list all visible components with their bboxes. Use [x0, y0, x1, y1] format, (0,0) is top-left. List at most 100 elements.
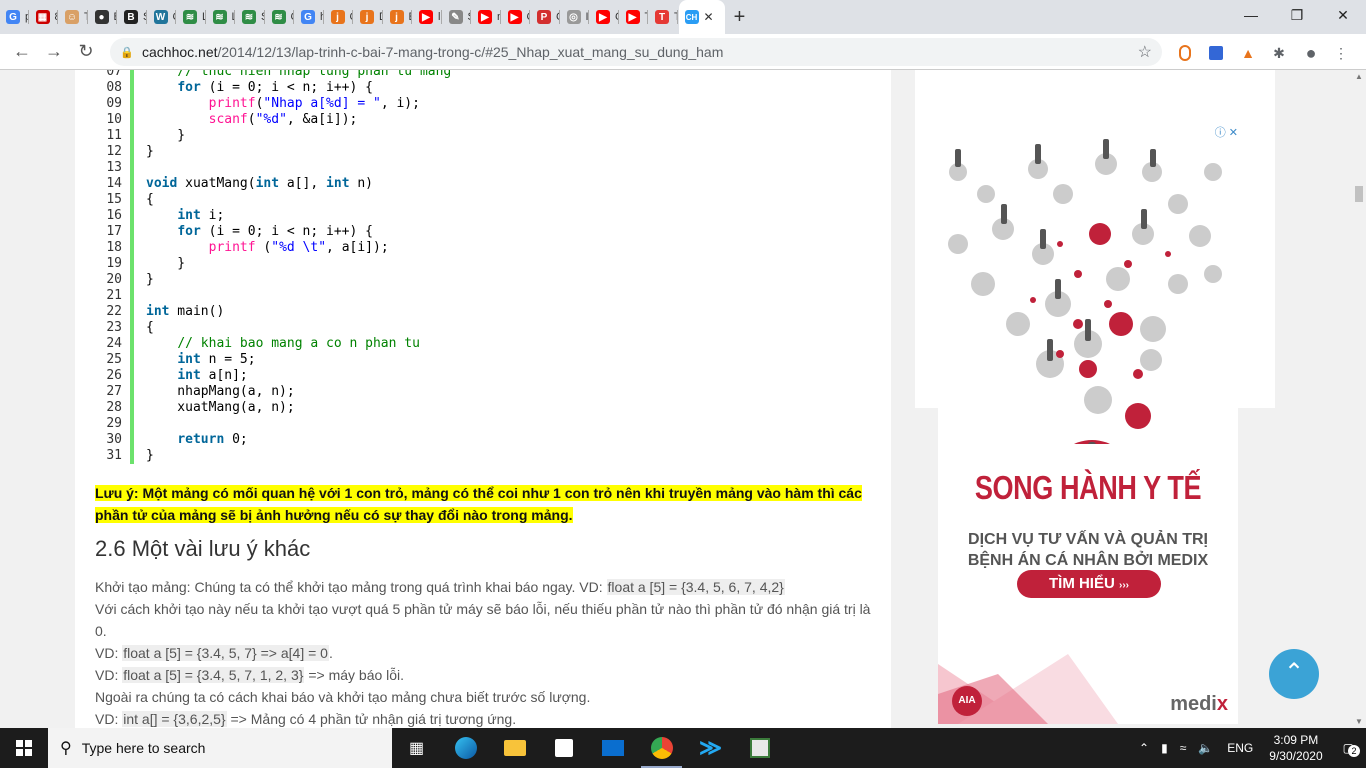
maximize-button[interactable]: ❐ — [1274, 0, 1320, 30]
code-line: 08 for (i = 0; i < n; i++) { — [100, 80, 866, 96]
tab-18[interactable]: PC — [531, 0, 561, 34]
tab-1[interactable]: ▦8. — [30, 0, 60, 34]
tab-5[interactable]: WC — [148, 0, 178, 34]
paragraph-4: VD: float a [5] = {3.4, 5, 7, 1, 2, 3} =… — [95, 664, 885, 686]
taskbar-search[interactable]: ⚲ Type here to search — [48, 728, 392, 768]
tab-20[interactable]: ▶C — [590, 0, 620, 34]
address-bar[interactable]: 🔒 cachhoc.net/2014/12/13/lap-trinh-c-bai… — [110, 38, 1162, 66]
line-number: 28 — [106, 400, 122, 415]
profile-icon[interactable]: ● — [1300, 42, 1322, 64]
code-line: 14 void xuatMang(int a[], int n) — [100, 176, 866, 192]
windows-start-button[interactable] — [0, 728, 48, 768]
gfg-icon: ≋ — [212, 10, 227, 24]
youtube-icon: ▶ — [419, 10, 433, 24]
gutter — [130, 336, 134, 352]
clock[interactable]: 3:09 PM 9/30/2020 — [1261, 732, 1330, 764]
page-scrollbar[interactable]: ▲ ▼ — [1352, 70, 1366, 728]
tab-active[interactable]: CH ✕ — [678, 0, 725, 34]
store-icon[interactable] — [539, 728, 588, 768]
reload-button[interactable]: ↻ — [70, 41, 102, 62]
lock-icon: 🔒 — [120, 46, 134, 59]
tab-22[interactable]: T Tr — [649, 0, 679, 34]
code-line: 10 scanf("%d", &a[i]); — [100, 112, 866, 128]
forward-button[interactable]: → — [38, 41, 70, 62]
ad-subtitle-2: BỆNH ÁN CÁ NHÂN BỞI MEDIX — [967, 552, 1209, 569]
close-window-button[interactable]: ✕ — [1320, 0, 1366, 30]
tab-6[interactable]: ≋Li — [177, 0, 207, 34]
tab-2[interactable]: ☺Tá — [59, 0, 89, 34]
spreadsheet-app-icon[interactable] — [735, 728, 784, 768]
gutter — [130, 80, 134, 96]
language-indicator[interactable]: ENG — [1219, 741, 1261, 755]
extension-icon[interactable] — [1174, 42, 1196, 64]
tab-14[interactable]: ▶ lị — [413, 0, 443, 34]
fire-extension-icon[interactable]: ▲ — [1237, 42, 1259, 64]
minimize-button[interactable]: — — [1228, 0, 1274, 30]
tab-10[interactable]: Gh — [295, 0, 325, 34]
bookmark-star-icon[interactable]: ☆ — [1138, 42, 1152, 62]
menu-kebab-icon[interactable]: ⋮ — [1330, 42, 1352, 64]
tab-17[interactable]: ▶C — [502, 0, 532, 34]
back-button[interactable]: ← — [6, 41, 38, 62]
gutter — [130, 304, 134, 320]
scroll-down-icon[interactable]: ▼ — [1355, 717, 1363, 726]
tray-expand-icon[interactable]: ⌃ — [1133, 741, 1155, 755]
tab-7[interactable]: ≋Li — [207, 0, 237, 34]
pdf-icon: P — [537, 10, 551, 24]
save-extension-icon[interactable] — [1205, 42, 1227, 64]
code-text: printf("Nhap a[%d] = ", i); — [208, 96, 420, 111]
tab-3[interactable]: ●B — [89, 0, 119, 34]
back-to-top-button[interactable]: ⌃ — [1269, 649, 1319, 699]
clock-date: 9/30/2020 — [1269, 749, 1323, 763]
p4-text: VD: — [95, 667, 123, 683]
tab-16[interactable]: ▶n — [472, 0, 502, 34]
new-tab-button[interactable]: + — [725, 6, 755, 29]
tab-12[interactable]: jD — [354, 0, 384, 34]
task-view-icon[interactable]: ▦ — [392, 728, 441, 768]
code-text: } — [146, 144, 154, 159]
chrome-icon[interactable] — [637, 728, 686, 768]
tab-15[interactable]: ✎S — [443, 0, 473, 34]
tab-13[interactable]: jÉ — [384, 0, 414, 34]
line-number: 24 — [106, 336, 122, 351]
gutter — [130, 192, 134, 208]
tab-19[interactable]: ◎IT — [561, 0, 591, 34]
extensions-puzzle-icon[interactable]: ✱ — [1268, 42, 1290, 64]
tab-0[interactable]: Gpl — [0, 0, 30, 34]
code-text: int main() — [146, 304, 225, 319]
advertisement[interactable]: ⓘ ✕ SONG HÀNH Y TẾ DỊCH VỤ TƯ VẤN VÀ QUẢ… — [938, 124, 1238, 724]
ad-cta-button[interactable]: TÌM HIỂU ››› — [1017, 570, 1161, 598]
gutter — [130, 368, 134, 384]
scroll-thumb[interactable] — [1355, 186, 1363, 202]
p6-text: VD: — [95, 711, 123, 727]
tab-9[interactable]: ≋C — [266, 0, 296, 34]
file-explorer-icon[interactable] — [490, 728, 539, 768]
gutter — [130, 176, 134, 192]
tab-8[interactable]: ≋Sí — [236, 0, 266, 34]
line-number: 22 — [106, 304, 122, 319]
battery-icon[interactable]: ▮ — [1155, 741, 1174, 755]
scroll-up-icon[interactable]: ▲ — [1355, 72, 1363, 81]
code-line: 16 int i; — [100, 208, 866, 224]
p6-end: => Mảng có 4 phần tử nhận giá trị tương … — [226, 711, 517, 727]
tab-21[interactable]: ▶Te — [620, 0, 650, 34]
close-tab-icon[interactable]: ✕ — [704, 10, 714, 24]
gutter — [130, 288, 134, 304]
volume-icon[interactable]: 🔈 — [1192, 741, 1219, 755]
tab-11[interactable]: jC — [325, 0, 355, 34]
notifications-icon[interactable]: ▢2 — [1331, 741, 1366, 757]
vscode-icon[interactable]: ≫ — [686, 728, 735, 768]
tab-4[interactable]: BSí — [118, 0, 148, 34]
line-number: 10 — [106, 112, 122, 127]
aia-logo: AIA — [952, 686, 982, 716]
line-number: 19 — [106, 256, 122, 271]
edge-icon[interactable] — [441, 728, 490, 768]
wifi-icon[interactable]: ≈ — [1174, 741, 1193, 755]
line-number: 15 — [106, 192, 122, 207]
gutter — [130, 448, 134, 464]
mail-icon[interactable] — [588, 728, 637, 768]
youtube-icon: ▶ — [596, 10, 610, 24]
gutter — [130, 384, 134, 400]
code-text: // khai bao mang a co n phan tu — [177, 336, 420, 351]
code-text: { — [146, 192, 154, 207]
